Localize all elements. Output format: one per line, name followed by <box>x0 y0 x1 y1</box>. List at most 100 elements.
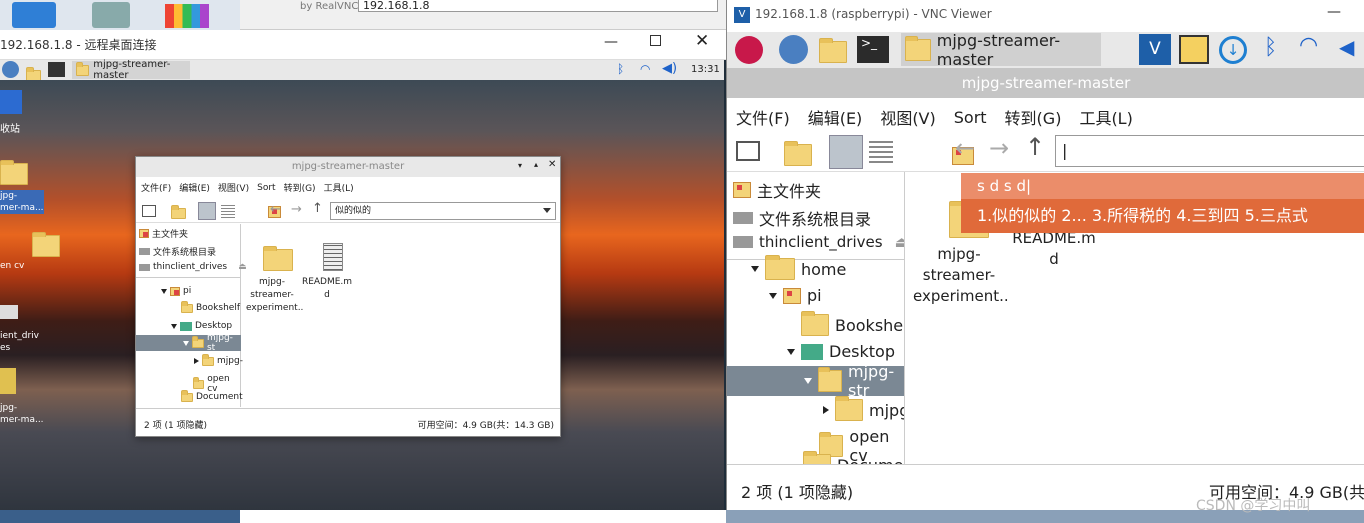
tree-bookshelf[interactable]: Bookshelf <box>801 311 904 336</box>
up-button[interactable]: ↑ <box>312 201 323 216</box>
up-button[interactable]: ↑ <box>1025 133 1045 161</box>
fm-min-button[interactable]: ▾ <box>518 161 522 170</box>
back-button[interactable]: ← <box>955 134 975 162</box>
place-thinclient[interactable]: thinclient_drives⏏ <box>733 233 904 251</box>
minimize-button[interactable]: — <box>604 34 618 50</box>
archive-icon[interactable] <box>0 368 16 394</box>
status-count: 2 项 (1 项隐藏) <box>741 483 854 502</box>
ime-candidate-bar[interactable]: 1.似的似的 2... 3.所得税的 4.三到四 5.三点式 <box>961 199 1364 233</box>
tree-home[interactable]: home <box>751 255 846 280</box>
vnc-fm-menubar: 文件(F) 编辑(E) 视图(V) Sort 转到(G) 工具(L) <box>736 105 1133 129</box>
bluetooth-icon[interactable]: ᛒ <box>1264 35 1277 60</box>
vnc-fm-toolbar: ← → ↑ | <box>727 132 1364 172</box>
tree-mjpg-sub[interactable]: mjpg- <box>823 396 904 421</box>
app-icon-2[interactable] <box>92 2 130 28</box>
menu-sort[interactable]: Sort <box>954 108 987 127</box>
vnc-fm-sidebar: 主文件夹 文件系统根目录 thinclient_drives⏏ home pi … <box>727 172 905 464</box>
globe-icon[interactable] <box>2 61 19 78</box>
vnc-logo-icon: V <box>734 7 750 23</box>
forward-button[interactable]: → <box>989 134 1009 162</box>
menu-view[interactable]: 视图(V) <box>880 105 935 129</box>
menu-go[interactable]: 转到(G) <box>1005 105 1062 129</box>
path-input[interactable]: 似的似的 <box>330 202 556 220</box>
tree-mjpg-selected[interactable]: mjpg-st <box>136 333 241 353</box>
folder-icon[interactable] <box>26 66 41 81</box>
tree-bookshelf[interactable]: Bookshelf <box>181 300 240 313</box>
close-button[interactable]: ✕ <box>695 31 709 51</box>
terminal-icon[interactable]: >_ <box>857 36 889 63</box>
vnc-title: 192.168.1.8 (raspberrypi) - VNC Viewer <box>755 7 992 21</box>
place-thinclient[interactable]: thinclient_drives⏏ <box>139 262 247 272</box>
app-icon-1[interactable] <box>12 2 56 28</box>
menu-go[interactable]: 转到(G) <box>284 181 316 194</box>
drive-icon[interactable] <box>0 305 18 319</box>
panel-task-button[interactable]: mjpg-streamer-master <box>72 59 190 81</box>
bluetooth-icon[interactable]: ᛒ <box>617 62 624 76</box>
tree-opencv[interactable]: open cv <box>193 374 240 394</box>
place-root[interactable]: 文件系统根目录 <box>139 245 216 258</box>
sidebar-toggle-icon[interactable] <box>736 141 760 161</box>
desktop-label-drives: ient_driv es <box>0 331 40 353</box>
menu-file[interactable]: 文件(F) <box>141 181 171 194</box>
desktop-folder-icon-2[interactable] <box>31 232 60 257</box>
maximize-button[interactable] <box>650 35 661 46</box>
tree-desktop[interactable]: Desktop <box>171 321 232 331</box>
volume-icon[interactable]: ◀ <box>1339 35 1354 59</box>
path-dropdown-icon[interactable] <box>543 208 551 213</box>
new-folder-icon[interactable] <box>171 205 186 219</box>
file-mjpg-experiment[interactable]: mjpg- streamer- experiment.. <box>246 232 303 328</box>
list-view-button[interactable] <box>221 204 235 218</box>
menu-tools[interactable]: 工具(L) <box>324 181 354 194</box>
icon-view-button[interactable] <box>829 135 863 169</box>
tree-pi[interactable]: pi <box>769 286 822 305</box>
back-button[interactable]: ← <box>270 202 281 217</box>
forward-button[interactable]: → <box>291 202 302 217</box>
raspberry-menu-icon[interactable] <box>735 36 763 64</box>
desktop-label-opencv: en cv <box>0 261 25 271</box>
fm-toolbar: ← → ↑ 似的似的 <box>136 199 560 223</box>
wifi-icon[interactable]: ◠ <box>1299 33 1318 58</box>
browser-globe-icon[interactable] <box>779 35 808 64</box>
icon-view-button[interactable] <box>198 202 216 220</box>
tree-mjpg-sub[interactable]: mjpg- <box>194 353 243 366</box>
fm-close-button[interactable]: ✕ <box>548 159 556 170</box>
fm-max-button[interactable]: ▴ <box>534 160 538 169</box>
wifi-icon[interactable]: ◠ <box>640 62 650 76</box>
vnc-panel-task[interactable]: mjpg-streamer-master <box>901 31 1101 69</box>
tree-pi[interactable]: pi <box>161 286 191 296</box>
list-view-button[interactable] <box>869 139 893 163</box>
menu-edit[interactable]: 编辑(E) <box>179 181 210 194</box>
desktop-label-archive: jpg- mer-ma... <box>0 403 44 425</box>
vnc-server-icon[interactable]: V <box>1139 34 1171 65</box>
place-home[interactable]: 主文件夹 <box>139 227 188 240</box>
file-manager-icon[interactable] <box>819 38 847 63</box>
trash-icon[interactable] <box>0 90 22 114</box>
desktop-folder-icon[interactable] <box>0 160 28 185</box>
terminal-icon[interactable] <box>48 62 65 77</box>
tree-documents[interactable]: Document <box>181 389 243 402</box>
sidebar-toggle-icon[interactable] <box>142 205 156 217</box>
menu-edit[interactable]: 编辑(E) <box>808 105 863 129</box>
keyboard-icon[interactable] <box>1179 35 1209 64</box>
file-readme[interactable]: README.m d <box>1009 228 1099 270</box>
file-readme[interactable]: README.m d <box>301 230 353 315</box>
menu-sort[interactable]: Sort <box>257 183 275 193</box>
vnc-fm-title: mjpg-streamer-master <box>727 68 1364 98</box>
menu-file[interactable]: 文件(F) <box>736 105 790 129</box>
menu-tools[interactable]: 工具(L) <box>1079 105 1132 129</box>
address-input[interactable]: 192.168.1.8 <box>358 0 718 12</box>
tree-desktop[interactable]: Desktop <box>787 342 895 361</box>
vnc-minimize-button[interactable]: — <box>1327 4 1341 20</box>
new-folder-icon[interactable] <box>784 141 812 166</box>
rdp-pi-panel: mjpg-streamer-master ᛒ ◠ ◀) 13:31 <box>0 59 724 81</box>
place-home[interactable]: 主文件夹 <box>733 178 821 202</box>
tree-mjpg-selected[interactable]: mjpg-str <box>727 362 904 400</box>
watermark: CSDN @学习中叫 <box>1196 498 1311 514</box>
volume-icon[interactable]: ◀) <box>662 61 677 76</box>
download-icon[interactable]: ↓ <box>1219 36 1247 64</box>
path-input[interactable]: | <box>1055 135 1364 167</box>
tree-documents[interactable]: Document <box>803 451 904 464</box>
place-root[interactable]: 文件系统根目录 <box>733 206 871 230</box>
menu-view[interactable]: 视图(V) <box>218 181 249 194</box>
app-icon-3[interactable] <box>165 4 209 28</box>
